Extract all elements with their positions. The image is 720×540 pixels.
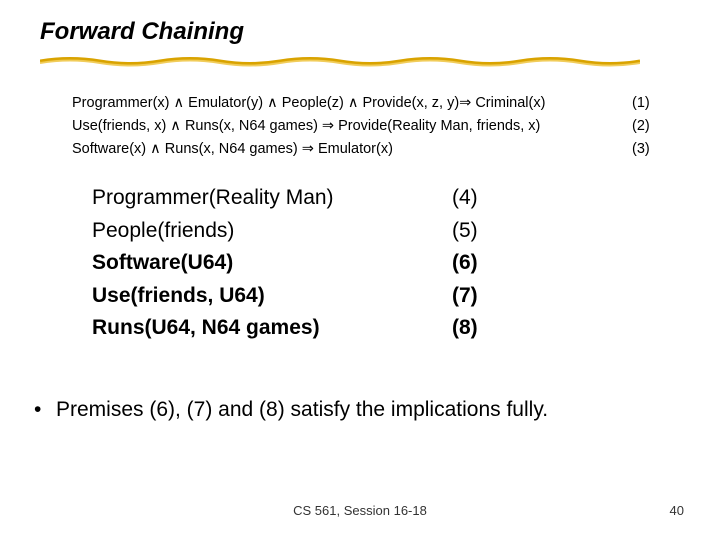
footer-center: CS 561, Session 16-18 (0, 503, 720, 518)
fact-number: (6) (452, 247, 478, 280)
rule-number: (2) (632, 115, 662, 138)
fact-number: (7) (452, 280, 478, 313)
fact-text: Runs(U64, N64 games) (92, 312, 452, 345)
rules-block: Programmer(x) ∧ Emulator(y) ∧ People(z) … (72, 92, 662, 162)
fact-text: Software(U64) (92, 247, 452, 280)
rule-row: Software(x) ∧ Runs(x, N64 games) ⇒ Emula… (72, 138, 662, 161)
page-number: 40 (670, 503, 684, 518)
slide-title: Forward Chaining (40, 18, 244, 46)
fact-text: Programmer(Reality Man) (92, 182, 452, 215)
fact-row: Software(U64) (6) (92, 247, 478, 280)
fact-row: Runs(U64, N64 games) (8) (92, 312, 478, 345)
rule-text: Use(friends, x) ∧ Runs(x, N64 games) ⇒ P… (72, 115, 540, 138)
rule-text: Programmer(x) ∧ Emulator(y) ∧ People(z) … (72, 92, 545, 115)
facts-block: Programmer(Reality Man) (4) People(frien… (92, 182, 478, 345)
slide: Forward Chaining Programmer(x) ∧ Emulato… (0, 0, 720, 540)
rule-row: Use(friends, x) ∧ Runs(x, N64 games) ⇒ P… (72, 115, 662, 138)
bullet-point: •Premises (6), (7) and (8) satisfy the i… (34, 398, 548, 422)
title-underline-decoration (40, 54, 640, 68)
rule-row: Programmer(x) ∧ Emulator(y) ∧ People(z) … (72, 92, 662, 115)
fact-text: People(friends) (92, 215, 452, 248)
rule-text: Software(x) ∧ Runs(x, N64 games) ⇒ Emula… (72, 138, 393, 161)
fact-row: Programmer(Reality Man) (4) (92, 182, 478, 215)
fact-row: Use(friends, U64) (7) (92, 280, 478, 313)
bullet-text: Premises (6), (7) and (8) satisfy the im… (56, 398, 548, 421)
rule-number: (1) (632, 92, 662, 115)
fact-number: (4) (452, 182, 478, 215)
fact-number: (8) (452, 312, 478, 345)
bullet-dot-icon: • (34, 398, 56, 422)
rule-number: (3) (632, 138, 662, 161)
fact-row: People(friends) (5) (92, 215, 478, 248)
fact-number: (5) (452, 215, 478, 248)
fact-text: Use(friends, U64) (92, 280, 452, 313)
